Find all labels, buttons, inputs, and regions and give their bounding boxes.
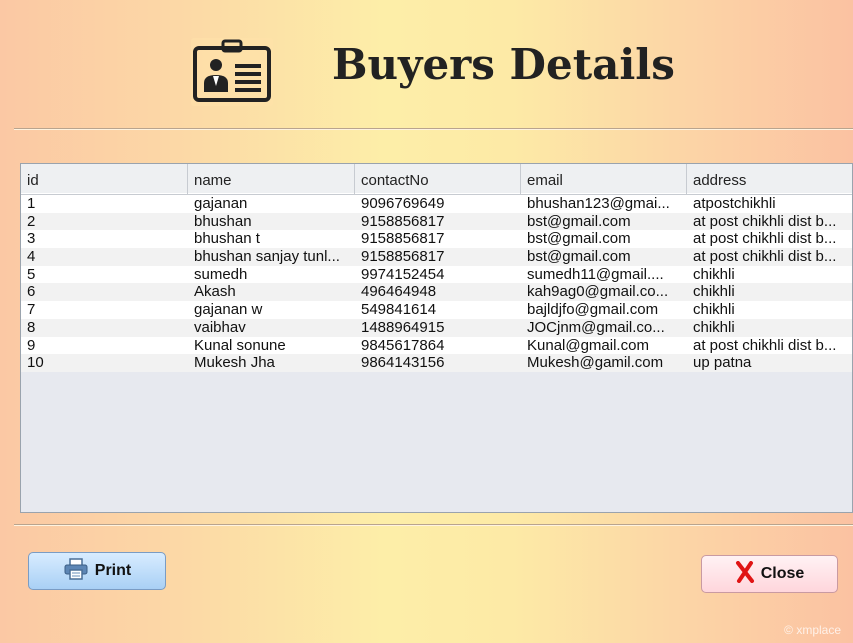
cell-id: 1 [27, 195, 36, 212]
cell-contactno: 549841614 [361, 301, 437, 319]
cell-email: JOCjnm@gmail.co... [527, 318, 665, 336]
cell-address: chikhli [693, 318, 735, 336]
watermark: © xmplace [784, 623, 841, 637]
cell-name: Akash [194, 283, 236, 301]
cell-address: chikhli [693, 283, 735, 301]
cell-id: 10 [27, 354, 44, 372]
cell-id: 2 [27, 212, 36, 230]
close-button[interactable]: Close [701, 555, 838, 593]
cell-name: gajanan [194, 195, 248, 212]
column-header-name[interactable]: name [188, 164, 355, 194]
cell-address: at post chikhli dist b... [693, 336, 837, 354]
cell-id: 7 [27, 301, 36, 319]
buyers-table[interactable]: id name contactNo email address 1 gajanan… [20, 163, 853, 513]
cell-contactno: 9158856817 [361, 248, 445, 266]
cell-contactno: 9158856817 [361, 230, 445, 248]
table-row[interactable]: 8 vaibhav 1488964915 JOCjnm@gmail.co... chik… [21, 318, 852, 337]
cell-name: vaibhav [194, 318, 246, 336]
cell-id: 9 [27, 336, 36, 354]
cell-id: 4 [27, 248, 36, 266]
cell-address: at post chikhli dist b... [693, 212, 837, 230]
cell-contactno: 9864143156 [361, 354, 445, 372]
page-title: Buyers Details [332, 40, 675, 89]
table-row[interactable]: 5 sumedh 9974152454 sumedh11@gmail.... chikh… [21, 265, 852, 284]
table-row[interactable]: 9 Kunal sonune 9845617864 Kunal@gmail.com at… [21, 336, 852, 355]
header-divider-highlight [14, 129, 853, 130]
cell-email: bhushan123@gmai... [527, 195, 670, 212]
footer-divider-highlight [14, 525, 853, 526]
cell-email: sumedh11@gmail.... [527, 265, 664, 283]
print-button[interactable]: Print [28, 552, 166, 590]
cell-email: bajldjfo@gmail.com [527, 301, 659, 319]
close-x-icon [735, 560, 755, 588]
cell-name: gajanan w [194, 301, 263, 319]
cell-name: Mukesh Jha [194, 354, 275, 372]
table-row[interactable]: 3 bhushan t 9158856817 bst@gmail.com at post… [21, 230, 852, 249]
window-left-edge [0, 0, 6, 643]
table-row[interactable]: 4 bhushan sanjay tunl... 9158856817 bst@gma… [21, 248, 852, 266]
cell-name: bhushan sanjay tunl... [194, 248, 340, 266]
table-header: id name contactNo email address [21, 164, 852, 195]
cell-address: up patna [693, 354, 752, 372]
cell-email: kah9ag0@gmail.co... [527, 283, 669, 301]
cell-id: 5 [27, 265, 36, 283]
cell-address: at post chikhli dist b... [693, 230, 837, 248]
column-header-email[interactable]: email [521, 164, 687, 194]
table-row[interactable]: 10 Mukesh Jha 9864143156 Mukesh@gamil.com up… [21, 354, 852, 372]
table-row[interactable]: 1 gajanan 9096769649 bhushan123@gmai... atpo… [21, 195, 852, 213]
cell-contactno: 9974152454 [361, 265, 445, 283]
cell-contactno: 1488964915 [361, 318, 445, 336]
cell-email: bst@gmail.com [527, 230, 631, 248]
cell-contactno: 9096769649 [361, 195, 445, 212]
cell-contactno: 9158856817 [361, 212, 445, 230]
cell-name: Kunal sonune [194, 336, 286, 354]
cell-address: atpostchikhli [693, 195, 776, 212]
column-header-contactno[interactable]: contactNo [355, 164, 521, 194]
cell-name: bhushan t [194, 230, 260, 248]
cell-email: bst@gmail.com [527, 248, 631, 266]
table-row[interactable]: 7 gajanan w 549841614 bajldjfo@gmail.com chi… [21, 301, 852, 319]
table-row[interactable]: 2 bhushan 9158856817 bst@gmail.com at post c… [21, 212, 852, 231]
cell-email: bst@gmail.com [527, 212, 631, 230]
cell-address: chikhli [693, 265, 735, 283]
table-row[interactable]: 6 Akash 496464948 kah9ag0@gmail.co... chikhl… [21, 283, 852, 302]
id-badge-icon [191, 38, 273, 106]
table-body: 1 gajanan 9096769649 bhushan123@gmai... atpo… [21, 195, 852, 372]
column-header-address[interactable]: address [687, 164, 852, 194]
cell-contactno: 9845617864 [361, 336, 445, 354]
printer-icon [63, 557, 89, 585]
cell-id: 6 [27, 283, 36, 301]
close-button-label: Close [760, 565, 805, 582]
print-button-label: Print [94, 562, 132, 579]
cell-email: Mukesh@gamil.com [527, 354, 664, 372]
cell-address: at post chikhli dist b... [693, 248, 837, 266]
column-header-id[interactable]: id [21, 164, 188, 194]
cell-id: 8 [27, 318, 36, 336]
cell-contactno: 496464948 [361, 283, 437, 301]
cell-id: 3 [27, 230, 36, 248]
cell-name: sumedh [194, 265, 248, 283]
cell-email: Kunal@gmail.com [527, 336, 649, 354]
cell-name: bhushan [194, 212, 252, 230]
cell-address: chikhli [693, 301, 735, 319]
